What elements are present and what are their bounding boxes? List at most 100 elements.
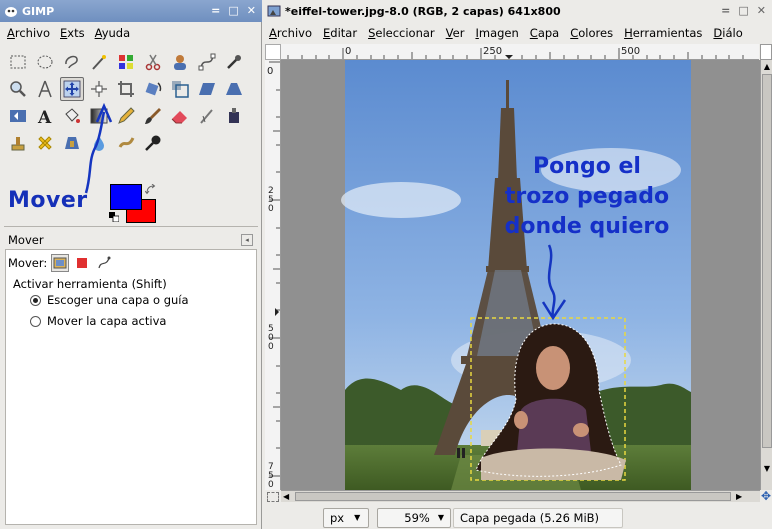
pick-layer-radio[interactable] (30, 294, 41, 306)
perspective-clone-tool[interactable] (60, 131, 84, 155)
blur-tool[interactable] (87, 131, 111, 155)
scroll-left-icon[interactable]: ◀ (283, 491, 293, 502)
menu-editar[interactable]: Editar (323, 26, 357, 40)
menu-exts[interactable]: Exts (60, 26, 85, 40)
menu-colores[interactable]: Colores (570, 26, 613, 40)
menu-capa[interactable]: Capa (530, 26, 559, 40)
color-picker-icon (227, 55, 241, 69)
zoom-value: 59% (404, 510, 430, 525)
image-maximize-button[interactable]: □ (738, 4, 748, 17)
crop-tool[interactable] (114, 77, 138, 101)
foreground-select-icon (174, 55, 186, 70)
toolbox-titlebar[interactable]: GIMP = □ ✕ (0, 0, 262, 22)
move-tool[interactable] (60, 77, 84, 101)
flip-tool[interactable] (6, 104, 30, 128)
perspective-icon (226, 83, 242, 95)
menu-herramientas[interactable]: Herramientas (624, 26, 702, 40)
fuzzy-select-tool[interactable] (87, 50, 111, 74)
paths-tool[interactable] (195, 50, 219, 74)
paintbrush-tool[interactable] (141, 104, 165, 128)
status-bar: px ▼ 59% ▼ Capa pegada (5.26 MiB) (263, 506, 772, 529)
navigate-button[interactable] (760, 44, 772, 60)
rotate-tool[interactable] (141, 77, 165, 101)
image-titlebar[interactable]: *eiffel-tower.jpg-8.0 (RGB, 2 capas) 641… (263, 0, 772, 22)
paths-icon (198, 53, 216, 71)
quick-mask-corner[interactable] (265, 44, 281, 60)
move-layer-mode-button[interactable] (51, 254, 70, 272)
toolbox-maximize-button[interactable]: □ (228, 4, 238, 17)
zoom-selector[interactable]: 59% ▼ (377, 507, 451, 528)
heal-icon (38, 136, 52, 150)
unit-dropdown-icon: ▼ (354, 513, 361, 522)
menu-archivo[interactable]: Archivo (7, 26, 50, 40)
menu-ayuda[interactable]: Ayuda (95, 26, 131, 40)
vertical-ruler[interactable]: 0 250 500 750 (265, 60, 281, 490)
move-selection-mode-button[interactable] (73, 254, 91, 272)
horizontal-scroll-thumb[interactable] (295, 492, 731, 501)
airbrush-tool[interactable] (195, 104, 219, 128)
menu-ver[interactable]: Ver (446, 26, 465, 40)
default-colors-icon[interactable] (109, 212, 119, 222)
heal-tool[interactable] (33, 131, 57, 155)
menu-seleccionar[interactable]: Seleccionar (368, 26, 435, 40)
toolbox-close-button[interactable]: ✕ (247, 4, 256, 17)
selection-icon (77, 258, 88, 268)
menu-imagen[interactable]: Imagen (475, 26, 518, 40)
shear-tool[interactable] (195, 77, 219, 101)
scroll-down-icon[interactable]: ▼ (762, 464, 772, 474)
scale-tool[interactable] (168, 77, 192, 101)
foreground-color[interactable] (110, 184, 142, 210)
smudge-tool[interactable] (114, 131, 138, 155)
select-by-color-icon (119, 55, 133, 69)
swap-colors-icon[interactable] (145, 184, 157, 196)
scroll-right-icon[interactable]: ▶ (736, 491, 746, 502)
pick-layer-radio-row[interactable]: Escoger una capa o guía (30, 293, 189, 307)
menu-dialogos[interactable]: Diálo (713, 26, 742, 40)
vertical-scrollbar[interactable]: ▲ ▼ (760, 60, 772, 490)
ellipse-select-tool[interactable] (33, 50, 57, 74)
foreground-select-tool[interactable] (168, 50, 192, 74)
toolbox-shade-button[interactable]: = (211, 4, 220, 17)
perspective-clone-icon (65, 137, 79, 149)
rect-select-tool[interactable] (6, 50, 30, 74)
move-active-layer-radio-row[interactable]: Mover la capa activa (30, 314, 166, 328)
annotation-line-2: trozo pegado (504, 184, 670, 209)
image-close-button[interactable]: ✕ (757, 4, 766, 17)
mover-annotation: Mover (8, 188, 88, 213)
vertical-scroll-thumb[interactable] (762, 74, 772, 448)
perspective-tool[interactable] (222, 77, 246, 101)
color-picker-tool[interactable] (222, 50, 246, 74)
image-shade-button[interactable]: = (721, 4, 730, 17)
dodge-burn-tool[interactable] (141, 131, 165, 155)
menu-archivo[interactable]: Archivo (269, 26, 312, 40)
align-tool[interactable] (87, 77, 111, 101)
scissors-tool[interactable] (141, 50, 165, 74)
blend-tool[interactable] (87, 104, 111, 128)
zoom-dropdown-icon: ▼ (437, 513, 444, 522)
clone-tool[interactable] (6, 131, 30, 155)
move-active-layer-label: Mover la capa activa (47, 314, 167, 328)
annotation-line-3: donde quiero (504, 214, 670, 239)
move-active-layer-radio[interactable] (30, 315, 41, 327)
pencil-tool[interactable] (114, 104, 138, 128)
scroll-up-icon[interactable]: ▲ (762, 62, 772, 72)
navigation-crosshair-icon[interactable]: ✥ (760, 490, 772, 504)
ink-tool[interactable] (222, 104, 246, 128)
text-tool[interactable]: A (33, 104, 57, 128)
move-path-mode-button[interactable] (95, 254, 113, 272)
zoom-tool[interactable] (6, 77, 30, 101)
zoom-fit-icon[interactable] (267, 492, 279, 502)
select-by-color-tool[interactable] (114, 50, 138, 74)
options-menu-button[interactable]: ◂ (241, 234, 253, 246)
image-canvas[interactable]: Pongo el trozo pegado donde quiero (281, 60, 760, 490)
free-select-tool[interactable] (60, 50, 84, 74)
crop-icon (118, 81, 134, 97)
bucket-fill-tool[interactable] (60, 104, 84, 128)
bucket-fill-icon (65, 108, 80, 123)
eraser-tool[interactable] (168, 104, 192, 128)
unit-selector[interactable]: px ▼ (323, 507, 369, 528)
measure-tool[interactable] (33, 77, 57, 101)
gimp-logo-icon (5, 7, 17, 17)
horizontal-ruler[interactable]: 0 250 500 (281, 44, 759, 60)
horizontal-scrollbar[interactable]: ◀ ▶ (281, 490, 760, 502)
